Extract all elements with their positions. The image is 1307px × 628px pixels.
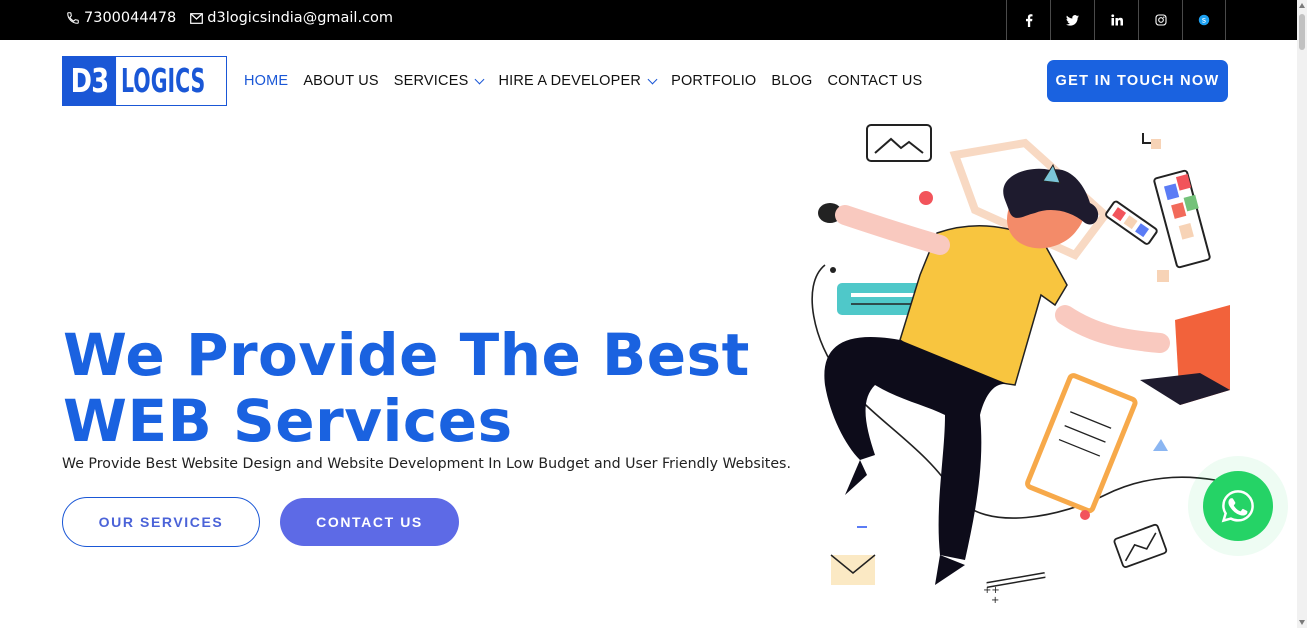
hero-title: We Provide The Best WEB Services bbox=[63, 322, 783, 454]
hero-title-line2: WEB Services bbox=[63, 387, 513, 455]
nav-blog[interactable]: BLOG bbox=[771, 73, 812, 89]
whatsapp-icon bbox=[1221, 490, 1254, 523]
whatsapp-badge bbox=[1203, 471, 1273, 541]
chevron-down-icon bbox=[475, 74, 485, 84]
twitter-icon[interactable] bbox=[1050, 0, 1094, 40]
contact-info: 7300044478 d3logicsindia@gmail.com bbox=[66, 10, 393, 26]
scroll-thumb[interactable] bbox=[1299, 14, 1305, 50]
nav-hire-developer[interactable]: HIRE A DEVELOPER bbox=[498, 73, 658, 89]
svg-text:+: + bbox=[991, 595, 999, 605]
main-nav: HOME ABOUT US SERVICES HIRE A DEVELOPER … bbox=[244, 73, 937, 89]
scroll-up-arrow[interactable] bbox=[1299, 3, 1305, 8]
top-bar: 7300044478 d3logicsindia@gmail.com bbox=[0, 0, 1297, 40]
nav-home[interactable]: HOME bbox=[244, 73, 288, 89]
page-scrollbar[interactable] bbox=[1297, 0, 1307, 628]
nav-contact[interactable]: CONTACT US bbox=[828, 73, 923, 89]
scroll-down-arrow[interactable] bbox=[1299, 620, 1305, 625]
hero-illustration: ++ + bbox=[811, 124, 1230, 605]
facebook-icon[interactable] bbox=[1006, 0, 1050, 40]
phone-link[interactable]: 7300044478 bbox=[66, 10, 176, 26]
logo-logics: LOGICS bbox=[121, 61, 206, 100]
email-address: d3logicsindia@gmail.com bbox=[207, 10, 394, 26]
linkedin-icon[interactable] bbox=[1094, 0, 1138, 40]
phone-icon bbox=[67, 12, 79, 24]
get-in-touch-button[interactable]: GET IN TOUCH NOW bbox=[1047, 60, 1228, 102]
image-icon bbox=[866, 124, 932, 162]
site-logo[interactable]: D3 LOGICS bbox=[62, 56, 227, 106]
hero-subtitle: We Provide Best Website Design and Websi… bbox=[62, 456, 791, 472]
nav-about[interactable]: ABOUT US bbox=[303, 73, 378, 89]
nav-portfolio[interactable]: PORTFOLIO bbox=[671, 73, 756, 89]
contact-us-button[interactable]: CONTACT US bbox=[280, 498, 459, 546]
chevron-down-icon bbox=[647, 74, 658, 84]
our-services-button[interactable]: OUR SERVICES bbox=[62, 497, 260, 547]
mail-icon bbox=[190, 12, 204, 24]
swatch-card bbox=[1153, 169, 1211, 269]
skype-icon[interactable] bbox=[1182, 0, 1226, 40]
instagram-icon[interactable] bbox=[1138, 0, 1182, 40]
nav-hire-label: HIRE A DEVELOPER bbox=[498, 73, 642, 89]
whatsapp-button[interactable] bbox=[1188, 456, 1288, 556]
nav-services[interactable]: SERVICES bbox=[393, 73, 485, 89]
phone-number: 7300044478 bbox=[84, 10, 177, 26]
logo-d3: D3 bbox=[63, 57, 117, 105]
email-link[interactable]: d3logicsindia@gmail.com bbox=[190, 10, 393, 26]
social-links bbox=[1006, 0, 1226, 40]
nav-services-label: SERVICES bbox=[393, 73, 469, 89]
hero-title-line1: We Provide The Best bbox=[63, 321, 750, 389]
